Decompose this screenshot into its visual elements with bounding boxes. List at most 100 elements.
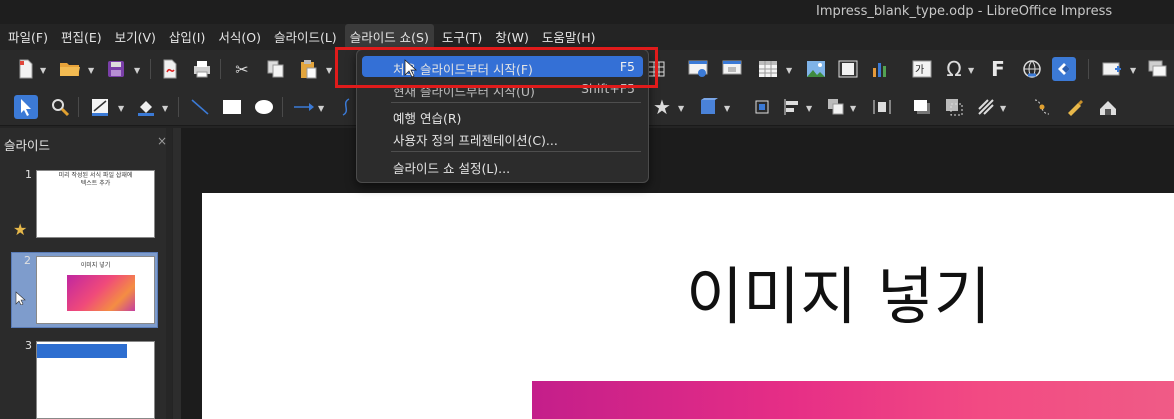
- menu-tools[interactable]: 도구(T): [437, 24, 487, 49]
- menu-help[interactable]: 도움말(H): [537, 24, 601, 49]
- line-tool-icon[interactable]: [188, 95, 212, 119]
- menu-insert[interactable]: 삽입(I): [164, 24, 210, 49]
- select-arrow-icon[interactable]: [14, 95, 38, 119]
- curve-tool-icon[interactable]: [334, 95, 358, 119]
- slide-preview-bar: [37, 344, 127, 358]
- menu-item-label: 사용자 정의 프레젠테이션(C)...: [393, 133, 558, 148]
- menu-slide[interactable]: 슬라이드(L): [269, 24, 342, 49]
- menu-window[interactable]: 창(W): [490, 24, 534, 49]
- save-icon[interactable]: [104, 57, 128, 81]
- menu-format[interactable]: 서식(O): [213, 24, 266, 49]
- rotate-icon[interactable]: [750, 95, 774, 119]
- slide-number: 3: [25, 339, 32, 352]
- chevron-down-icon[interactable]: ▼: [678, 104, 684, 113]
- points-edit-icon[interactable]: [1030, 95, 1054, 119]
- chevron-down-icon[interactable]: ▼: [162, 104, 168, 113]
- chevron-down-icon[interactable]: ▼: [724, 104, 730, 113]
- open-folder-icon[interactable]: [58, 57, 82, 81]
- star-shapes-icon[interactable]: ★: [650, 95, 674, 119]
- toolbar-separator: [282, 97, 283, 117]
- menu-custom-slide-show[interactable]: 사용자 정의 프레젠테이션(C)...: [362, 127, 643, 148]
- custom-animation-star-icon: ★: [13, 220, 28, 239]
- shadow-icon[interactable]: [910, 95, 934, 119]
- menu-item-label: 예행 연습(R): [393, 111, 462, 126]
- menu-separator: [391, 102, 641, 103]
- insert-media-icon[interactable]: [836, 57, 860, 81]
- insert-textbox-icon[interactable]: 가: [910, 57, 934, 81]
- chevron-down-icon[interactable]: ▼: [806, 104, 812, 113]
- menu-view[interactable]: 보기(V): [110, 24, 161, 49]
- toolbar-separator: [150, 59, 151, 79]
- title-bar: Impress_blank_type.odp - LibreOffice Imp…: [0, 0, 1174, 24]
- new-slide-icon[interactable]: [1100, 57, 1124, 81]
- insert-image-icon[interactable]: [804, 57, 828, 81]
- distribute-icon[interactable]: [870, 95, 894, 119]
- slide-preview-text: 이미지 넣기: [80, 262, 111, 269]
- menu-rehearse-timings[interactable]: 예행 연습(R): [362, 105, 643, 126]
- chevron-down-icon[interactable]: ▼: [850, 104, 856, 113]
- special-character-icon[interactable]: Ω: [942, 57, 966, 81]
- fontwork-icon[interactable]: F: [986, 57, 1010, 81]
- menu-slide-show-settings[interactable]: 슬라이드 쇼 설정(L)...: [362, 155, 643, 176]
- fill-color-icon[interactable]: [134, 95, 158, 119]
- chevron-down-icon[interactable]: ▼: [40, 66, 46, 75]
- slideshow-start-icon[interactable]: [686, 57, 710, 81]
- cut-icon[interactable]: ✂: [230, 57, 254, 81]
- arrange-icon[interactable]: [824, 95, 848, 119]
- chevron-down-icon[interactable]: ▼: [134, 66, 140, 75]
- chevron-down-icon[interactable]: ▼: [968, 66, 974, 75]
- insert-table-icon[interactable]: [756, 57, 780, 81]
- align-objects-icon[interactable]: [780, 95, 804, 119]
- line-color-icon[interactable]: [88, 95, 112, 119]
- 3d-objects-icon[interactable]: [696, 95, 720, 119]
- zoom-pan-icon[interactable]: [48, 95, 72, 119]
- menu-slide-show[interactable]: 슬라이드 쇼(S): [344, 23, 434, 49]
- slide-number: 1: [25, 168, 32, 181]
- rectangle-tool-icon[interactable]: [220, 95, 244, 119]
- copy-icon[interactable]: [264, 57, 288, 81]
- slide-preview-image: [67, 275, 135, 311]
- chevron-down-icon[interactable]: ▼: [118, 104, 124, 113]
- slides-pane: 슬라이드 × 1 미리 작성된 서식 파일 삽재에 텍스트 추가 ★ 2 이미지…: [0, 128, 172, 419]
- slide-thumbnail-2[interactable]: 2 이미지 넣기: [11, 252, 158, 328]
- window-title: Impress_blank_type.odp - LibreOffice Imp…: [816, 4, 1113, 19]
- slide-image[interactable]: [532, 381, 1174, 419]
- new-document-icon[interactable]: [14, 57, 38, 81]
- chevron-down-icon[interactable]: ▼: [88, 66, 94, 75]
- crop-icon[interactable]: [942, 95, 966, 119]
- slide-title-text[interactable]: 이미지 넣기: [686, 246, 991, 336]
- svg-text:가: 가: [915, 64, 924, 76]
- slides-pane-scrollbar[interactable]: [166, 128, 172, 419]
- mouse-cursor-icon: [404, 59, 418, 78]
- paste-icon[interactable]: [296, 57, 320, 81]
- slideshow-current-icon[interactable]: [720, 57, 744, 81]
- slide-preview: [36, 341, 155, 419]
- export-pdf-icon[interactable]: [158, 57, 182, 81]
- menu-bar: 파일(F) 편집(E) 보기(V) 삽입(I) 서식(O) 슬라이드(L) 슬라…: [0, 23, 1174, 49]
- menu-item-label: 슬라이드 쇼 설정(L)...: [393, 161, 511, 176]
- print-icon[interactable]: [190, 57, 214, 81]
- slides-pane-title: 슬라이드: [4, 138, 51, 153]
- hyperlink-globe-icon[interactable]: [1020, 57, 1044, 81]
- toolbar-separator: [1088, 59, 1089, 79]
- toolbar-separator: [220, 59, 221, 79]
- slide-preview-text: 미리 작성된 서식 파일 삽재에 텍스트 추가: [58, 172, 133, 187]
- duplicate-slide-icon[interactable]: [1146, 57, 1170, 81]
- chevron-down-icon[interactable]: ▼: [1130, 66, 1136, 75]
- menu-separator: [391, 151, 641, 152]
- slide-preview: 미리 작성된 서식 파일 삽재에 텍스트 추가: [36, 170, 155, 238]
- red-highlight-annotation: [335, 47, 658, 88]
- menu-edit[interactable]: 편집(E): [56, 24, 107, 49]
- insert-chart-icon[interactable]: [868, 57, 892, 81]
- shapes-icon[interactable]: [1052, 57, 1076, 81]
- glue-points-icon[interactable]: [1062, 95, 1086, 119]
- arrow-line-icon[interactable]: [292, 95, 316, 119]
- ellipse-tool-icon[interactable]: [252, 95, 276, 119]
- chevron-down-icon[interactable]: ▼: [786, 66, 792, 75]
- filter-icon[interactable]: [974, 95, 998, 119]
- extrusion-icon[interactable]: [1096, 95, 1120, 119]
- chevron-down-icon[interactable]: ▼: [326, 66, 332, 75]
- chevron-down-icon[interactable]: ▼: [1000, 104, 1006, 113]
- menu-file[interactable]: 파일(F): [3, 24, 53, 49]
- chevron-down-icon[interactable]: ▼: [318, 104, 324, 113]
